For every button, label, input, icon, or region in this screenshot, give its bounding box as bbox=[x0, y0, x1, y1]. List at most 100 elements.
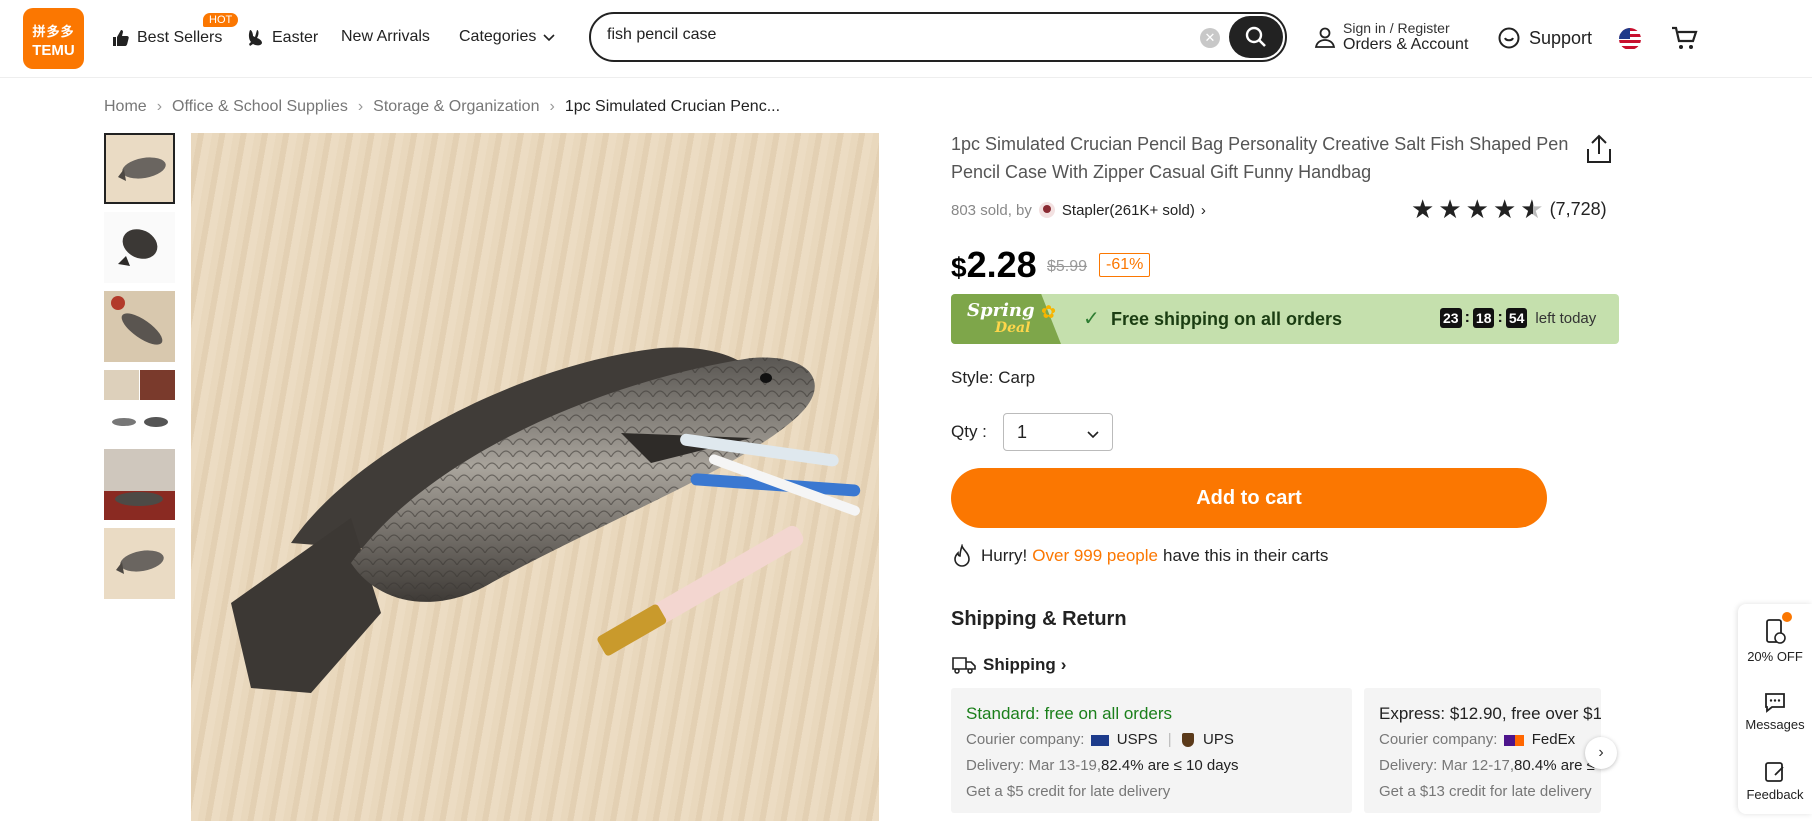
product-thumbnail[interactable] bbox=[104, 291, 175, 362]
search-button[interactable] bbox=[1229, 16, 1283, 58]
nav-best-sellers[interactable]: Best Sellers bbox=[111, 28, 222, 48]
feedback-label: Feedback bbox=[1746, 787, 1804, 802]
breadcrumb-home[interactable]: Home bbox=[104, 98, 147, 116]
fedex-logo-icon bbox=[1503, 734, 1524, 746]
product-thumbnail[interactable] bbox=[104, 528, 175, 599]
flame-icon bbox=[954, 544, 970, 567]
timer-left-text: left today bbox=[1535, 309, 1597, 327]
star-icon: ★ bbox=[1411, 194, 1435, 224]
temu-logo[interactable]: 拼多多 TEMU bbox=[23, 8, 84, 69]
store-avatar-icon bbox=[1038, 202, 1055, 218]
sold-count: 803 sold, by bbox=[951, 201, 1032, 219]
store-link[interactable]: Stapler(261K+ sold) bbox=[1062, 202, 1195, 219]
product-thumbnail[interactable] bbox=[104, 370, 175, 441]
shipping-label: Shipping bbox=[983, 655, 1056, 674]
hurry-highlight: Over 999 people bbox=[1032, 546, 1158, 565]
shipping-link[interactable]: Shipping › bbox=[951, 655, 1066, 675]
nav-categories[interactable]: Categories bbox=[459, 28, 556, 46]
coupon-label: 20% OFF bbox=[1747, 649, 1803, 664]
support-link[interactable]: Support bbox=[1497, 26, 1592, 50]
share-icon bbox=[1587, 134, 1611, 163]
floating-side-panel: 20% OFF Messages Feedback bbox=[1738, 604, 1812, 814]
price: $2.28 bbox=[951, 244, 1037, 286]
express-shipping-card: Express: $12.90, free over $129 Courier … bbox=[1364, 688, 1601, 813]
messages-button[interactable]: Messages bbox=[1738, 690, 1812, 732]
shipping-return-heading: Shipping & Return bbox=[951, 608, 1127, 630]
feedback-button[interactable]: Feedback bbox=[1738, 760, 1812, 802]
standard-delivery-date: Delivery: Mar 13-19, bbox=[966, 757, 1102, 774]
coupon-phone-icon bbox=[1766, 619, 1786, 644]
chevron-right-icon: › bbox=[1200, 201, 1206, 219]
breadcrumb: Home › Office & School Supplies › Storag… bbox=[104, 98, 780, 116]
breadcrumb-office[interactable]: Office & School Supplies bbox=[172, 98, 348, 116]
product-thumbnail[interactable] bbox=[104, 449, 175, 520]
free-shipping-text: Free shipping on all orders bbox=[1111, 309, 1343, 329]
express-delivery-row: Delivery: Mar 12-17,80.4% are ≤ 7 days bbox=[1379, 753, 1601, 779]
product-thumbnail[interactable] bbox=[104, 212, 175, 283]
feedback-icon bbox=[1765, 762, 1784, 782]
us-flag-icon[interactable] bbox=[1619, 28, 1641, 50]
nav-easter[interactable]: Easter bbox=[246, 28, 318, 48]
breadcrumb-separator: › bbox=[156, 98, 163, 115]
share-button[interactable] bbox=[1585, 133, 1613, 170]
cart-button[interactable] bbox=[1670, 24, 1698, 57]
express-courier-row: Courier company: FedEx bbox=[1379, 727, 1586, 753]
chat-support-icon bbox=[1498, 27, 1520, 49]
search-icon bbox=[1245, 26, 1266, 47]
fish-scene-thumbnail-image bbox=[104, 291, 175, 362]
star-icon: ★ bbox=[1492, 194, 1517, 224]
add-to-cart-button[interactable]: Add to cart bbox=[951, 468, 1547, 528]
rating-count: (7,728) bbox=[1549, 198, 1607, 219]
ups-logo-icon bbox=[1181, 733, 1194, 748]
main-product-image[interactable] bbox=[191, 133, 879, 821]
chevron-right-icon: › bbox=[1060, 655, 1067, 674]
user-icon bbox=[1314, 27, 1336, 48]
hot-badge: HOT bbox=[203, 13, 239, 27]
courier-fedex: FedEx bbox=[1531, 731, 1576, 748]
qty-value: 1 bbox=[1017, 422, 1028, 442]
courier-label: Courier company: bbox=[966, 731, 1085, 748]
chevron-down-icon bbox=[543, 34, 555, 42]
usps-logo-icon bbox=[1090, 734, 1109, 746]
standard-credit: Get a $5 credit for late delivery bbox=[966, 783, 1171, 800]
express-shipping-head: Express: $12.90, free over $129 bbox=[1379, 704, 1601, 723]
style-selector: Style: Carp bbox=[951, 368, 1035, 388]
fish-black-thumbnail-image bbox=[104, 212, 175, 283]
hurry-prefix: Hurry! bbox=[981, 546, 1028, 565]
breadcrumb-storage[interactable]: Storage & Organization bbox=[373, 98, 539, 116]
price-currency: $ bbox=[951, 252, 967, 283]
truck-icon bbox=[952, 657, 976, 674]
timer-minutes: 18 bbox=[1472, 308, 1495, 328]
qty-label: Qty : bbox=[951, 422, 987, 441]
rating[interactable]: ★ ★ ★ ★ ★ (7,728) bbox=[1411, 196, 1607, 222]
original-price: $5.99 bbox=[1047, 258, 1088, 275]
deal-badge-line1: Spring bbox=[967, 300, 1035, 321]
fish-thumbnail-image bbox=[106, 135, 173, 202]
notification-dot bbox=[1782, 612, 1792, 622]
clear-search-icon[interactable]: ✕ bbox=[1200, 28, 1220, 48]
timer-colon: : bbox=[1497, 309, 1503, 326]
check-icon: ✓ bbox=[1083, 308, 1100, 330]
orders-account-label: Orders & Account bbox=[1343, 36, 1469, 53]
account-menu[interactable]: Sign in / Register Orders & Account bbox=[1313, 20, 1468, 54]
site-header: 拼多多 TEMU Best Sellers HOT Easter New Arr… bbox=[0, 0, 1812, 78]
nav-new-arrivals[interactable]: New Arrivals bbox=[341, 28, 430, 46]
fish-cat-thumbnail-image bbox=[104, 449, 175, 520]
express-credit: Get a $13 credit for late delivery bbox=[1379, 783, 1592, 800]
coupon-button[interactable]: 20% OFF bbox=[1738, 612, 1812, 664]
countdown-timer: 23 : 18 : 54 left today bbox=[1440, 308, 1596, 328]
style-label: Style: bbox=[951, 368, 994, 387]
qty-select[interactable]: 1 bbox=[1003, 413, 1113, 451]
search-bar: ✕ bbox=[589, 12, 1287, 62]
divider: | bbox=[1167, 731, 1172, 748]
categories-label: Categories bbox=[459, 28, 537, 45]
cart-icon bbox=[1672, 26, 1698, 49]
next-card-button[interactable]: › bbox=[1585, 737, 1617, 769]
logo-line1: 拼多多 bbox=[32, 24, 75, 39]
search-input[interactable] bbox=[607, 26, 1167, 44]
product-thumbnail[interactable] bbox=[104, 133, 175, 204]
spring-deal-banner: Spring Deal ✿ ✓ Free shipping on all ord… bbox=[951, 294, 1619, 344]
hurry-notice: Hurry! Over 999 people have this in thei… bbox=[951, 544, 1328, 568]
discount-badge: -61% bbox=[1099, 253, 1151, 277]
support-label: Support bbox=[1529, 27, 1593, 48]
